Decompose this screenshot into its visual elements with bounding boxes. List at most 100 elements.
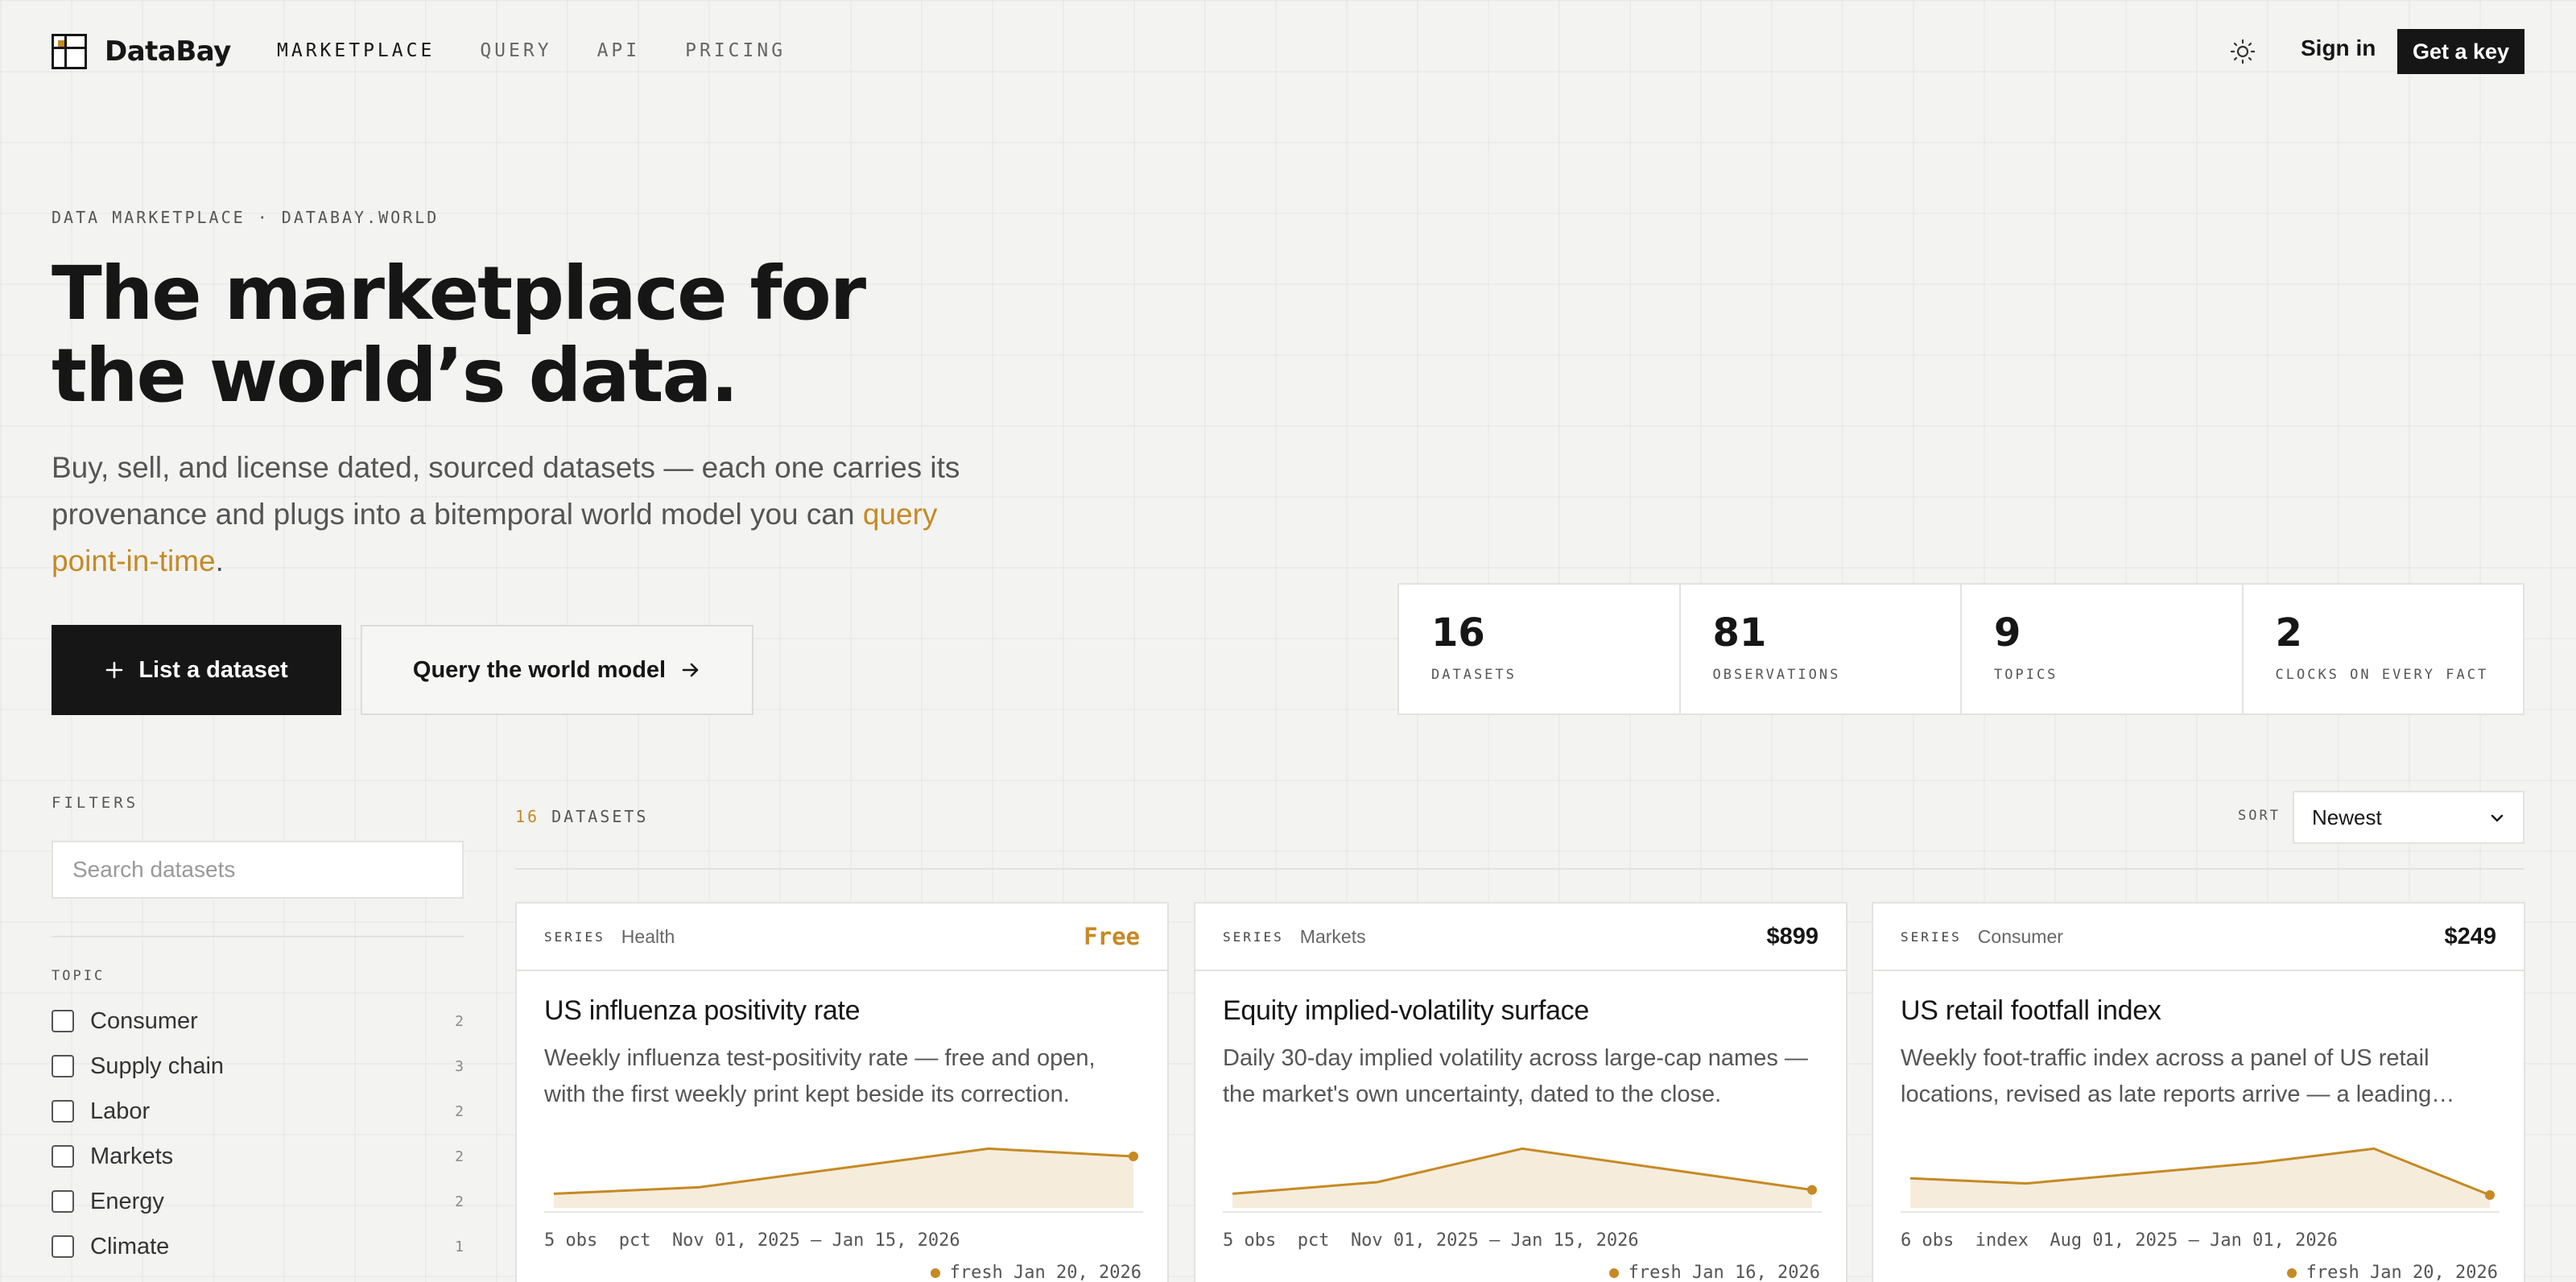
stat-observations: 81 OBSERVATIONS xyxy=(1678,585,1961,713)
card-description: Weekly influenza test-positivity rate — … xyxy=(544,1045,1096,1107)
sparkline-area xyxy=(554,1148,1133,1208)
card-meta: 5 obs pct Nov 01, 2025 – Jan 15, 2026 xyxy=(1223,1230,1639,1251)
sun-icon xyxy=(2230,39,2256,64)
sort-select[interactable]: Newest xyxy=(2293,791,2524,844)
card-topic: Markets xyxy=(1299,925,1366,947)
topic-filter-supply-chain[interactable]: Supply chain 3 xyxy=(52,1044,464,1089)
checkbox[interactable] xyxy=(52,1055,74,1077)
card-title[interactable]: Equity implied-volatility surface xyxy=(1223,995,1589,1027)
card-meta: 6 obs index Aug 01, 2025 – Jan 01, 2026 xyxy=(1901,1230,2339,1251)
list-dataset-button[interactable]: List a dataset xyxy=(52,625,341,715)
freshness-date: fresh Jan 16, 2026 xyxy=(1628,1263,1820,1282)
chevron-down-icon xyxy=(2491,814,2504,822)
topic-count: 2 xyxy=(455,1148,464,1165)
dataset-count: 16 DATASETS xyxy=(515,807,648,826)
stats-panel: 16 DATASETS 81 OBSERVATIONS 9 TOPICS 2 C… xyxy=(1397,583,2524,715)
search-input[interactable] xyxy=(52,841,464,899)
freshness-dot-icon xyxy=(930,1268,940,1278)
query-world-model-label: Query the world model xyxy=(412,656,667,683)
card-kind: SERIES xyxy=(1223,928,1284,945)
brand-name: DataBay xyxy=(105,35,231,68)
stat-value: 16 xyxy=(1431,610,1485,655)
card-description: Daily 30-day implied volatility across l… xyxy=(1223,1045,1808,1107)
card-title[interactable]: US influenza positivity rate xyxy=(544,995,861,1027)
hero-eyebrow: DATA MARKETPLACE · DATABAY.WORLD xyxy=(52,208,440,227)
checkbox[interactable] xyxy=(52,1145,74,1168)
card-description: Weekly foot-traffic index across a panel… xyxy=(1901,1045,2455,1107)
headline-line-1: The marketplace for xyxy=(52,250,866,337)
card-sparkline xyxy=(1232,1147,1817,1208)
card-kind: SERIES xyxy=(1901,928,1962,945)
sparkline-last-point xyxy=(1807,1185,1817,1195)
dataset-count-number: 16 xyxy=(515,807,540,826)
card-sparkline xyxy=(1909,1147,2495,1208)
topic-filter-markets[interactable]: Markets 2 xyxy=(52,1134,464,1179)
topic-count: 3 xyxy=(455,1057,464,1075)
freshness-date: fresh Jan 20, 2026 xyxy=(949,1263,1141,1282)
checkbox[interactable] xyxy=(52,1235,74,1258)
get-key-button[interactable]: Get a key xyxy=(2397,29,2524,74)
query-world-model-button[interactable]: Query the world model xyxy=(361,625,753,715)
arrow-right-icon xyxy=(682,663,699,677)
filters-title: FILTERS xyxy=(52,794,139,812)
stat-topics: 9 TOPICS xyxy=(1960,585,2242,713)
sort-value: Newest xyxy=(2312,804,2382,829)
card-meta: 5 obs pct Nov 01, 2025 – Jan 15, 2026 xyxy=(544,1230,960,1251)
nav-link-marketplace[interactable]: MARKETPLACE xyxy=(277,40,435,61)
card-topic: Health xyxy=(621,925,675,947)
stat-value: 2 xyxy=(2275,610,2302,655)
dataset-card[interactable]: SERIES Markets $899 Equity implied-volat… xyxy=(1194,902,1847,1282)
topic-label: Energy xyxy=(90,1188,164,1214)
checkbox[interactable] xyxy=(52,1100,74,1123)
checkbox[interactable] xyxy=(52,1010,74,1032)
theme-toggle-button[interactable] xyxy=(2228,37,2257,66)
dataset-card[interactable]: SERIES Health Free US influenza positivi… xyxy=(515,902,1169,1282)
stat-value: 81 xyxy=(1712,610,1767,655)
sparkline-last-point xyxy=(2485,1190,2495,1200)
nav-link-query[interactable]: QUERY xyxy=(480,40,551,61)
topic-label: Consumer xyxy=(90,1007,198,1034)
stat-value: 9 xyxy=(1994,610,2021,655)
topic-filter-climate[interactable]: Climate 1 xyxy=(52,1224,464,1269)
nav-link-api[interactable]: API xyxy=(597,40,641,61)
card-title[interactable]: US retail footfall index xyxy=(1901,995,2161,1027)
freshness-date: fresh Jan 20, 2026 xyxy=(2306,1263,2498,1282)
dataset-card[interactable]: SERIES Consumer $249 US retail footfall … xyxy=(1872,902,2525,1282)
stat-label: OBSERVATIONS xyxy=(1712,667,1841,683)
card-freshness: fresh Jan 20, 2026 xyxy=(2286,1263,2498,1282)
card-freshness: fresh Jan 20, 2026 xyxy=(930,1263,1141,1282)
topic-label: Climate xyxy=(90,1233,170,1259)
topic-label: Labor xyxy=(90,1098,151,1124)
divider xyxy=(544,1211,1143,1213)
card-price: $249 xyxy=(2444,923,2496,949)
sign-in-link[interactable]: Sign in xyxy=(2301,35,2376,61)
card-header: SERIES Consumer $249 xyxy=(1873,904,2524,971)
list-dataset-label: List a dataset xyxy=(138,656,288,683)
topic-count: 2 xyxy=(455,1012,464,1030)
topic-filter-labor[interactable]: Labor 2 xyxy=(52,1089,464,1134)
card-price: $899 xyxy=(1766,923,1818,949)
topic-filter-consumer[interactable]: Consumer 2 xyxy=(52,999,464,1044)
stat-label: TOPICS xyxy=(1994,667,2058,683)
card-header: SERIES Markets $899 xyxy=(1195,904,1846,971)
stat-datasets: 16 DATASETS xyxy=(1399,585,1679,713)
sparkline-area xyxy=(1910,1148,2490,1208)
topic-filter-list: Consumer 2 Supply chain 3 Labor 2 Market… xyxy=(52,999,464,1269)
card-price: Free xyxy=(1084,923,1140,950)
freshness-dot-icon xyxy=(2286,1268,2297,1278)
checkbox[interactable] xyxy=(52,1190,74,1213)
divider xyxy=(515,868,2524,870)
topic-label: Markets xyxy=(90,1143,174,1169)
divider xyxy=(1901,1211,2500,1213)
topic-filter-energy[interactable]: Energy 2 xyxy=(52,1179,464,1224)
stat-label: CLOCKS ON EVERY FACT xyxy=(2275,667,2489,683)
plus-icon xyxy=(106,661,123,679)
top-nav: DataBay MARKETPLACE QUERY API PRICING Si… xyxy=(0,0,2576,103)
topic-count: 2 xyxy=(455,1193,464,1210)
logo-grid-icon xyxy=(52,34,87,69)
headline-line-2: the world’s data. xyxy=(52,333,739,419)
freshness-dot-icon xyxy=(1608,1268,1619,1278)
nav-link-pricing[interactable]: PRICING xyxy=(685,40,786,61)
card-header: SERIES Health Free xyxy=(517,904,1167,971)
brand-logo[interactable]: DataBay xyxy=(52,34,231,69)
